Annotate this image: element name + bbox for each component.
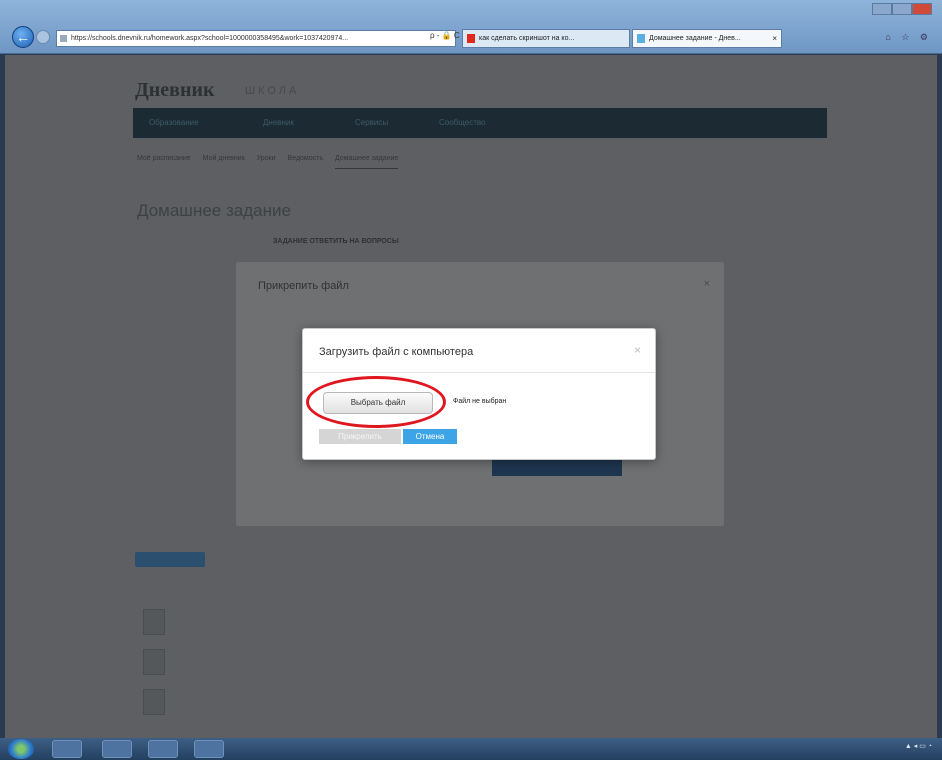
site-icon bbox=[637, 34, 645, 43]
subnav-item[interactable]: Моё расписание bbox=[137, 155, 191, 162]
taskbar: ▲ ◂ ▭ ◔ bbox=[0, 738, 942, 760]
nav-item[interactable]: Сервисы bbox=[355, 118, 388, 127]
subnav-item[interactable]: Уроки bbox=[257, 155, 276, 162]
tab-close-icon[interactable]: × bbox=[772, 30, 777, 47]
homework-text: ЗАДАНИЕ ОТВЕТИТЬ НА ВОПРОСЫ bbox=[273, 238, 399, 245]
modal-title: Прикрепить файл bbox=[258, 280, 349, 292]
nav-item[interactable]: Сообщество bbox=[439, 118, 485, 127]
subnav-item[interactable]: Мой дневник bbox=[203, 155, 245, 162]
site-logo: Дневник bbox=[135, 79, 215, 101]
browser-toolbar: ← https://schools.dnevnik.ru/homework.as… bbox=[0, 0, 942, 54]
tab-screenshot-search[interactable]: как сделать скриншот на ко... bbox=[462, 29, 630, 48]
file-icon bbox=[143, 649, 165, 675]
media-icon[interactable] bbox=[148, 740, 178, 758]
back-arrow-icon[interactable]: ← bbox=[12, 26, 34, 48]
subnav-item[interactable]: Ведомость bbox=[288, 155, 323, 162]
file-row[interactable] bbox=[137, 685, 377, 721]
forward-icon[interactable] bbox=[36, 30, 50, 44]
file-row[interactable] bbox=[137, 605, 377, 641]
file-row[interactable] bbox=[137, 645, 377, 681]
subnav-item-active[interactable]: Домашнее задание bbox=[334, 155, 399, 169]
address-url: https://schools.dnevnik.ru/homework.aspx… bbox=[71, 35, 349, 42]
nav-item[interactable]: Дневник bbox=[263, 118, 294, 127]
close-window-button[interactable] bbox=[912, 3, 932, 15]
tab-label: как сделать скриншот на ко... bbox=[479, 35, 575, 42]
browser-icon[interactable] bbox=[194, 740, 224, 758]
explorer-icon[interactable] bbox=[52, 740, 82, 758]
cancel-button[interactable]: Отмена bbox=[403, 429, 457, 444]
yandex-icon bbox=[467, 34, 475, 43]
chrome-icon[interactable] bbox=[102, 740, 132, 758]
window-controls bbox=[872, 2, 936, 16]
minimize-button[interactable] bbox=[872, 3, 892, 15]
close-icon[interactable]: × bbox=[704, 278, 710, 290]
file-icon bbox=[143, 689, 165, 715]
address-controls[interactable]: ρ - 🔒 C bbox=[430, 31, 460, 40]
main-nav: Образование Дневник Сервисы Сообщество bbox=[133, 108, 827, 138]
nav-item[interactable]: Образование bbox=[149, 118, 199, 127]
file-icon bbox=[143, 609, 165, 635]
address-bar[interactable]: https://schools.dnevnik.ru/homework.aspx… bbox=[56, 30, 456, 47]
choose-file-button[interactable]: Выбрать файл bbox=[323, 392, 433, 414]
browser-tools-icons[interactable]: ⌂ ☆ ⚙ bbox=[885, 32, 932, 43]
attach-file-button[interactable] bbox=[135, 552, 205, 567]
sub-nav: Моё расписание Мой дневник Уроки Ведомос… bbox=[137, 155, 408, 169]
maximize-button[interactable] bbox=[892, 3, 912, 15]
tab-homework[interactable]: Домашнее задание - Днев... × bbox=[632, 29, 782, 48]
page-icon bbox=[60, 35, 67, 42]
close-icon[interactable]: × bbox=[634, 343, 641, 357]
dialog-title: Загрузить файл с компьютера bbox=[319, 346, 474, 358]
upload-dialog: Загрузить файл с компьютера × Выбрать фа… bbox=[302, 328, 656, 460]
tab-label: Домашнее задание - Днев... bbox=[649, 35, 741, 42]
no-file-label: Файл не выбран bbox=[453, 398, 507, 405]
start-button[interactable] bbox=[8, 739, 34, 759]
attach-button[interactable]: Прикрепить bbox=[319, 429, 401, 444]
page-title: Домашнее задание bbox=[137, 201, 291, 220]
dialog-header: Загрузить файл с компьютера × bbox=[303, 329, 655, 373]
site-logo-sub: ШКОЛА bbox=[245, 85, 300, 97]
system-tray[interactable]: ▲ ◂ ▭ ◔ bbox=[905, 742, 932, 750]
